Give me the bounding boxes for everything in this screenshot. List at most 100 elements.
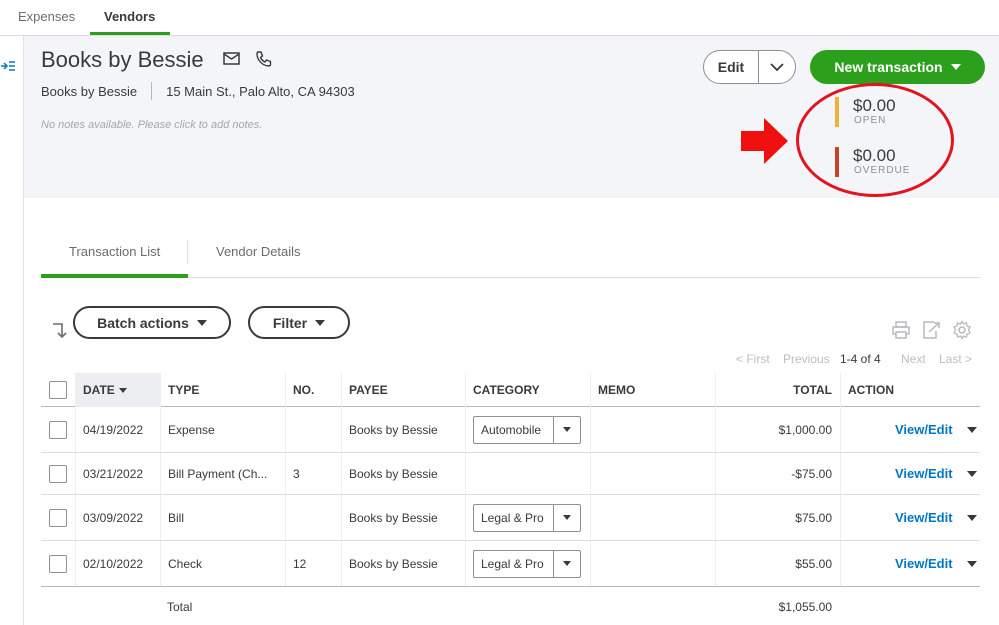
- sort-desc-icon: [118, 388, 127, 393]
- row-checkbox[interactable]: [49, 508, 67, 527]
- column-header-memo[interactable]: MEMO: [590, 373, 715, 407]
- tab-vendor-details[interactable]: Vendor Details: [216, 244, 301, 259]
- total-label: Total: [167, 600, 193, 614]
- cell-memo: [590, 495, 715, 540]
- vendor-name: Books by Bessie: [41, 47, 204, 72]
- cell-type: Bill Payment (Ch...: [160, 453, 285, 494]
- column-header-no[interactable]: NO.: [285, 373, 341, 407]
- batch-actions-button[interactable]: Batch actions: [73, 306, 231, 339]
- vendor-subtabs: Transaction List Vendor Details: [41, 236, 980, 278]
- sort-icon[interactable]: [51, 320, 69, 340]
- dropdown-button[interactable]: [553, 416, 580, 443]
- view-edit-link[interactable]: View/Edit: [895, 556, 953, 571]
- cell-type: Check: [160, 541, 285, 586]
- dropdown-button[interactable]: [553, 504, 580, 531]
- cell-total: $75.00: [715, 495, 840, 540]
- pager-next[interactable]: Next: [901, 352, 926, 366]
- table-header: DATE TYPE NO. PAYEE CATEGORY MEMO TOTAL …: [41, 373, 980, 407]
- expand-panel-icon[interactable]: [0, 58, 20, 74]
- table-row[interactable]: 03/21/2022 Bill Payment (Ch... 3 Books b…: [41, 453, 980, 495]
- vendor-display-name: Books by Bessie: [41, 83, 138, 99]
- row-checkbox[interactable]: [49, 420, 67, 439]
- cell-payee: Books by Bessie: [341, 541, 465, 586]
- pager-first[interactable]: < First: [736, 352, 770, 366]
- row-checkbox[interactable]: [49, 554, 67, 573]
- new-transaction-button[interactable]: New transaction: [810, 50, 985, 84]
- row-checkbox[interactable]: [49, 464, 67, 483]
- pager-previous[interactable]: Previous: [783, 352, 830, 366]
- tab-expenses[interactable]: Expenses: [18, 9, 75, 24]
- cell-memo: [590, 453, 715, 494]
- email-icon[interactable]: [222, 49, 242, 69]
- caret-down-icon: [563, 561, 572, 566]
- cell-type: Bill: [160, 495, 285, 540]
- tab-vendors[interactable]: Vendors: [104, 9, 155, 24]
- category-value: Legal & Pro: [481, 510, 544, 525]
- filter-button[interactable]: Filter: [248, 306, 350, 339]
- edit-dropdown-button[interactable]: [759, 51, 795, 83]
- cell-memo: [590, 541, 715, 586]
- table-total-row: Total $1,055.00: [41, 587, 980, 625]
- cell-category: Automobile: [465, 407, 590, 452]
- cell-date: 03/09/2022: [75, 495, 160, 540]
- print-icon[interactable]: [891, 320, 911, 340]
- row-select-cell: [41, 495, 75, 540]
- cell-total: $1,000.00: [715, 407, 840, 452]
- cell-action: View/Edit: [840, 453, 980, 494]
- cell-total: -$75.00: [715, 453, 840, 494]
- divider: [151, 82, 153, 100]
- total-value: $1,055.00: [778, 600, 832, 614]
- filter-label: Filter: [272, 314, 308, 331]
- cell-no: [285, 407, 341, 452]
- cell-memo: [590, 407, 715, 452]
- caret-down-icon: [563, 515, 572, 520]
- view-edit-link[interactable]: View/Edit: [895, 510, 953, 525]
- column-header-total[interactable]: TOTAL: [715, 373, 840, 407]
- pager-last[interactable]: Last >: [939, 352, 972, 366]
- cell-category: [465, 453, 590, 494]
- column-header-category[interactable]: CATEGORY: [465, 373, 590, 407]
- row-select-cell: [41, 453, 75, 494]
- view-edit-link[interactable]: View/Edit: [895, 422, 953, 437]
- vendor-subline: Books by Bessie 15 Main St., Palo Alto, …: [41, 82, 355, 100]
- action-menu-caret-icon[interactable]: [966, 426, 977, 433]
- phone-icon[interactable]: [254, 49, 274, 69]
- category-value: Legal & Pro: [481, 556, 544, 571]
- tab-transaction-list[interactable]: Transaction List: [69, 244, 160, 259]
- vendor-address: 15 Main St., Palo Alto, CA 94303: [166, 83, 355, 99]
- notes-placeholder[interactable]: No notes available. Please click to add …: [41, 119, 262, 131]
- category-select[interactable]: Automobile: [473, 415, 581, 444]
- table-row[interactable]: 04/19/2022 Expense Books by Bessie Autom…: [41, 407, 980, 453]
- settings-icon[interactable]: [952, 320, 972, 340]
- category-select[interactable]: Legal & Pro: [473, 503, 581, 532]
- export-icon[interactable]: [921, 320, 941, 340]
- row-select-cell: [41, 541, 75, 586]
- column-header-type[interactable]: TYPE: [160, 373, 285, 407]
- table-row[interactable]: 03/09/2022 Bill Books by Bessie Legal & …: [41, 495, 980, 541]
- cell-date: 04/19/2022: [75, 407, 160, 452]
- action-menu-caret-icon[interactable]: [966, 560, 977, 567]
- column-header-date[interactable]: DATE: [75, 373, 160, 407]
- view-edit-link[interactable]: View/Edit: [895, 466, 953, 481]
- pager-range: 1-4 of 4: [840, 352, 881, 366]
- category-select[interactable]: Legal & Pro: [473, 549, 581, 578]
- action-menu-caret-icon[interactable]: [966, 514, 977, 521]
- edit-button[interactable]: Edit: [704, 51, 759, 83]
- dropdown-button[interactable]: [553, 550, 580, 577]
- column-header-payee[interactable]: PAYEE: [341, 373, 465, 407]
- select-all-checkbox[interactable]: [49, 381, 67, 399]
- cell-action: View/Edit: [840, 541, 980, 586]
- select-all-cell: [41, 373, 75, 407]
- cell-type: Expense: [160, 407, 285, 452]
- cell-category: Legal & Pro: [465, 495, 590, 540]
- caret-down-icon: [950, 64, 961, 70]
- cell-action: View/Edit: [840, 407, 980, 452]
- caret-down-icon: [315, 319, 326, 326]
- action-menu-caret-icon[interactable]: [966, 470, 977, 477]
- top-tabs: Expenses Vendors: [0, 0, 999, 36]
- table-row[interactable]: 02/10/2022 Check 12 Books by Bessie Lega…: [41, 541, 980, 587]
- edit-button-group: Edit: [703, 50, 796, 84]
- caret-down-icon: [196, 319, 207, 326]
- cell-payee: Books by Bessie: [341, 495, 465, 540]
- left-rail: [0, 36, 24, 625]
